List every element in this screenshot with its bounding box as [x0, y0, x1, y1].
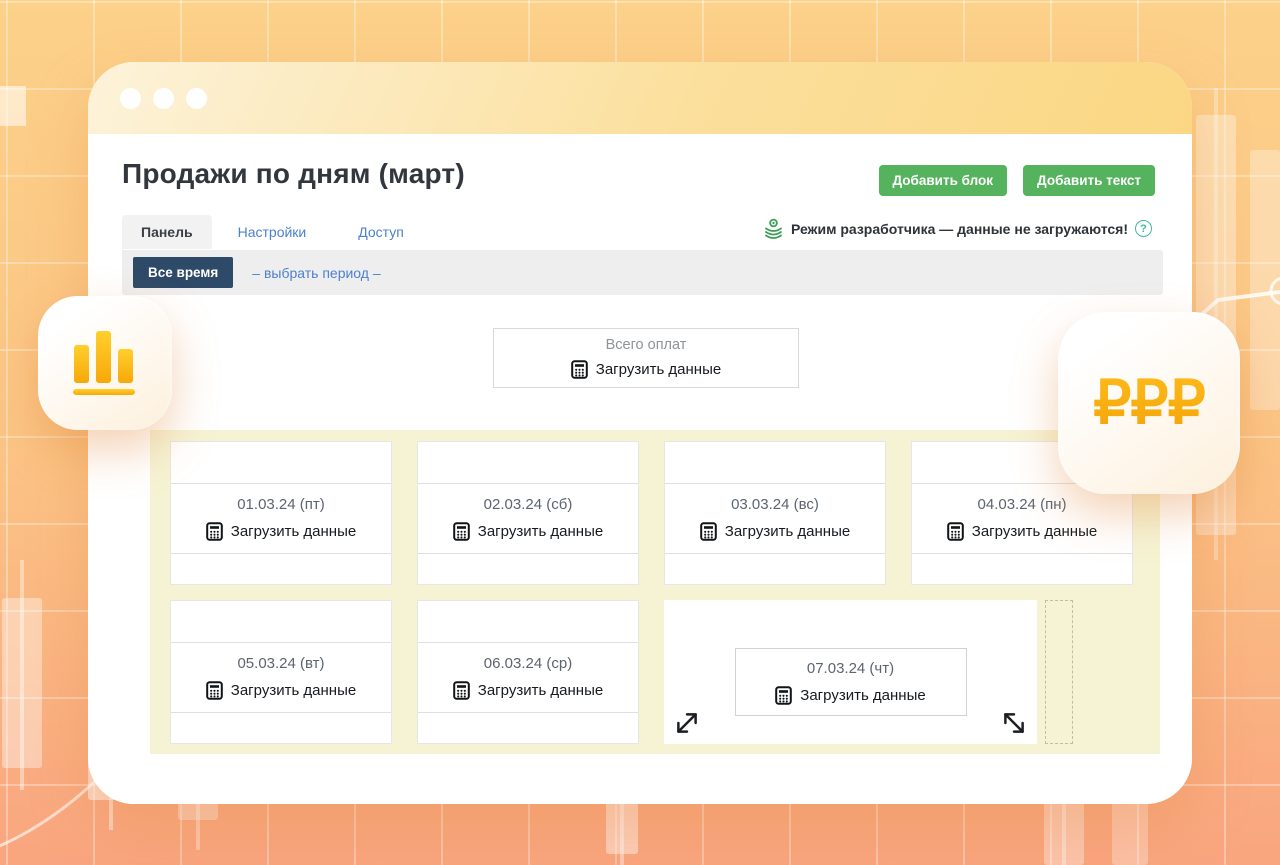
bar-chart-app-icon	[38, 296, 172, 430]
all-time-filter-button[interactable]: Все время	[133, 257, 234, 288]
window-titlebar	[88, 62, 1192, 134]
card-date: 03.03.24 (вс)	[731, 496, 819, 513]
drop-target-placeholder	[1045, 600, 1073, 744]
card-footer-strip	[418, 554, 638, 584]
card-date: 05.03.24 (вт)	[237, 655, 325, 672]
calculator-icon	[946, 522, 964, 541]
total-payments-widget: Всего оплат Загрузить данные	[493, 328, 799, 388]
card-date: 04.03.24 (пн)	[977, 496, 1067, 513]
cards-row-1: 01.03.24 (пт) Загрузить данные 02.03.24 …	[170, 441, 1140, 585]
card-date: 06.03.24 (ср)	[483, 655, 573, 672]
calculator-icon	[775, 685, 793, 705]
select-period-link[interactable]: – выбрать период –	[252, 265, 380, 281]
card-date: 02.03.24 (сб)	[483, 496, 573, 513]
card-date: 07.03.24 (чт)	[806, 659, 895, 677]
day-card[interactable]: 06.03.24 (ср) Загрузить данные	[417, 600, 639, 744]
cards-row-2: 05.03.24 (вт) Загрузить данные 06.03.24 …	[170, 600, 1140, 744]
load-data-button[interactable]: Загрузить данные	[452, 681, 603, 700]
calculator-icon	[205, 681, 223, 700]
day-card[interactable]: 03.03.24 (вс) Загрузить данные	[664, 441, 886, 585]
developer-mode-notice: Режим разработчика — данные не загружают…	[763, 218, 1152, 239]
api-stack-icon	[765, 218, 782, 239]
widget-title: Всего оплат	[605, 337, 687, 353]
window-control-dot[interactable]	[186, 87, 207, 109]
tab-panel[interactable]: Панель	[122, 215, 212, 249]
add-text-button[interactable]: Добавить текст	[1023, 165, 1155, 196]
load-data-button[interactable]: Загрузить данные	[699, 522, 850, 541]
card-header-strip	[418, 442, 638, 484]
day-cards-grid: 01.03.24 (пт) Загрузить данные 02.03.24 …	[150, 430, 1160, 754]
calculator-icon	[452, 522, 470, 541]
load-data-button[interactable]: Загрузить данные	[452, 522, 603, 541]
card-header-strip	[171, 442, 391, 484]
window-control-dot[interactable]	[153, 87, 174, 109]
tab-settings[interactable]: Настройки	[212, 215, 333, 249]
card-footer-strip	[912, 554, 1132, 584]
help-question-icon[interactable]: ?	[1135, 220, 1152, 237]
day-card[interactable]: 01.03.24 (пт) Загрузить данные	[170, 441, 392, 585]
day-card[interactable]: 05.03.24 (вт) Загрузить данные	[170, 600, 392, 744]
day-card[interactable]: 02.03.24 (сб) Загрузить данные	[417, 441, 639, 585]
load-data-button[interactable]: Загрузить данные	[946, 522, 1097, 541]
card-footer-strip	[418, 713, 638, 743]
card-footer-strip	[665, 554, 885, 584]
rubles-text: ₽₽₽	[1093, 369, 1206, 436]
calculator-icon	[699, 522, 717, 541]
toolbar: Добавить блок Добавить текст	[878, 165, 1155, 196]
tab-access[interactable]: Доступ	[332, 215, 430, 249]
resize-arrow-sw-icon[interactable]	[673, 709, 701, 737]
calculator-icon	[570, 360, 588, 379]
load-data-button[interactable]: Загрузить данные	[205, 522, 356, 541]
window-control-dot[interactable]	[120, 87, 141, 109]
developer-mode-text: Режим разработчика — данные не загружают…	[790, 220, 1128, 237]
card-header-strip	[665, 442, 885, 484]
card-date: 01.03.24 (пт)	[237, 496, 325, 513]
card-header-strip	[418, 601, 638, 643]
browser-window: Продажи по дням (март) Добавить блок Доб…	[88, 62, 1192, 804]
page-title: Продажи по дням (март)	[122, 158, 465, 189]
calculator-icon	[452, 681, 470, 700]
rubles-app-icon: ₽₽₽	[1058, 312, 1240, 494]
card-header-strip	[171, 601, 391, 643]
card-footer-strip	[171, 713, 391, 743]
calculator-icon	[205, 522, 223, 541]
bar-chart-icon	[73, 331, 135, 395]
load-data-button[interactable]: Загрузить данные	[775, 685, 926, 705]
load-data-button[interactable]: Загрузить данные	[205, 681, 356, 700]
day-card-resizing[interactable]: 07.03.24 (чт) Загрузить данные	[664, 600, 1037, 744]
page-content: Продажи по дням (март) Добавить блок Доб…	[88, 134, 1192, 804]
load-data-button[interactable]: Загрузить данные	[570, 360, 721, 379]
period-filter-bar: Все время – выбрать период –	[122, 250, 1163, 295]
card-footer-strip	[171, 554, 391, 584]
add-block-button[interactable]: Добавить блок	[878, 165, 1008, 196]
resize-arrow-se-icon[interactable]	[1000, 709, 1028, 737]
tab-bar: Панель Настройки Доступ	[122, 215, 430, 249]
day-card-inner: 07.03.24 (чт) Загрузить данные	[734, 648, 967, 716]
